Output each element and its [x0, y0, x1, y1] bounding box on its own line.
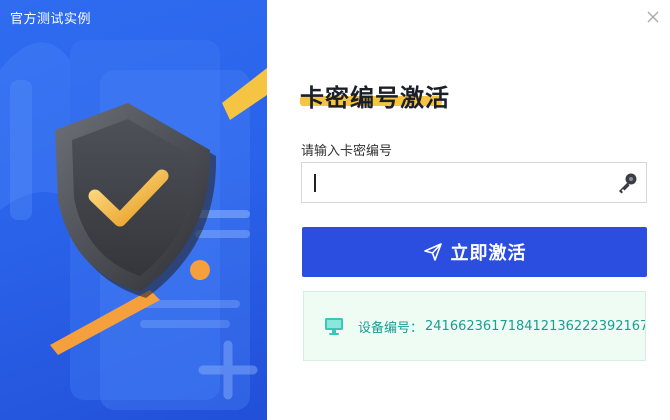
device-info-row: 设备编号： 241662361718412136222392167 [324, 316, 646, 336]
monitor-icon [325, 318, 343, 335]
window-title: 官方测试实例 [10, 12, 92, 27]
activate-button[interactable]: 立即激活 [302, 227, 647, 277]
activate-button-label: 立即激活 [450, 243, 527, 264]
heading-block: 卡密编号激活 [300, 78, 450, 113]
card-number-field[interactable] [301, 162, 647, 203]
illustration-background [0, 40, 267, 410]
card-number-label: 请输入卡密编号 [301, 144, 393, 159]
close-icon [647, 11, 659, 23]
send-icon [423, 243, 442, 261]
card-number-input[interactable] [310, 163, 610, 202]
device-info-box: 设备编号： 241662361718412136222392167 [303, 291, 646, 361]
activation-window: 官方测试实例 卡密编号激活 请输入卡密编号 立即激活 设备编号： 2416623… [0, 0, 670, 420]
page-title: 卡密编号激活 [300, 84, 450, 112]
device-id-value: 241662361718412136222392167 [425, 318, 646, 334]
key-icon[interactable] [614, 170, 640, 196]
close-button[interactable] [646, 10, 660, 24]
illustration-panel: 官方测试实例 [0, 0, 267, 420]
device-id-label: 设备编号： [358, 320, 424, 336]
text-caret [314, 174, 316, 192]
